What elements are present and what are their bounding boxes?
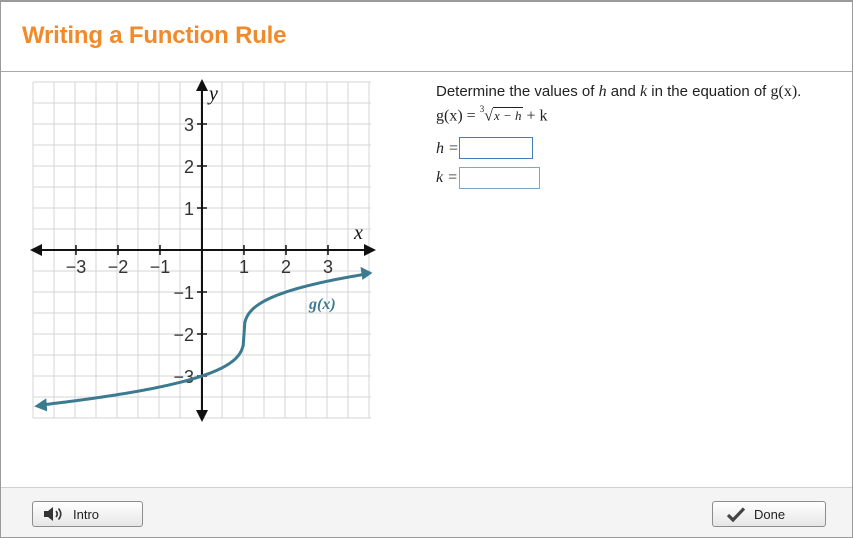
x-axis-label: x <box>353 222 363 244</box>
x-axis-arrow-right <box>364 244 376 256</box>
y-tick-label: 1 <box>184 199 194 219</box>
prompt-mid: and <box>606 83 640 100</box>
graph-axes <box>30 79 376 422</box>
y-tick-label: −2 <box>173 325 194 345</box>
speaker-icon <box>43 506 65 522</box>
k-answer-input[interactable] <box>459 167 540 189</box>
question-prompt: Determine the values of h and k in the e… <box>436 83 801 101</box>
y-tick-label: −1 <box>173 283 194 303</box>
curve-arrow-right <box>360 266 373 280</box>
y-axis-label: y <box>207 83 218 105</box>
func-name: g(x) <box>770 83 798 100</box>
x-axis-arrow-left <box>30 244 42 256</box>
page-title: Writing a Function Rule <box>22 22 287 49</box>
h-answer-input[interactable] <box>459 137 533 159</box>
intro-label: Intro <box>73 506 100 522</box>
done-button[interactable]: Done <box>712 501 826 527</box>
y-tick-label: 2 <box>184 157 194 177</box>
k-label: k = <box>436 169 458 186</box>
checkmark-icon <box>727 506 745 522</box>
h-answer-row: h = <box>436 140 459 158</box>
x-tick-label: −2 <box>108 257 129 277</box>
intro-button[interactable]: Intro <box>32 501 143 527</box>
y-tick-label: 3 <box>184 115 194 135</box>
var-h: h <box>598 83 607 100</box>
done-label: Done <box>754 506 786 522</box>
x-tick-label: 2 <box>281 257 291 277</box>
equation: g(x) = 3√x − h + k <box>436 104 548 125</box>
equation-lhs: g(x) = <box>436 107 480 125</box>
x-tick-label: 1 <box>239 257 249 277</box>
prompt-prefix: Determine the values of <box>436 83 599 100</box>
radical-sign: √ <box>484 107 493 125</box>
root-index: 3 <box>479 104 485 114</box>
curve-arrow-left <box>34 398 48 412</box>
y-axis-arrow-down <box>196 410 208 422</box>
y-axis-arrow-up <box>196 79 208 91</box>
function-graph: −3 −2 −1 1 2 3321−1−2−3 x y g(x) <box>30 79 376 422</box>
prompt-mid2: in the equation of <box>647 83 771 100</box>
x-tick-label: −1 <box>150 257 171 277</box>
radicand: x − h <box>492 107 523 124</box>
x-tick-label: 3 <box>323 257 333 277</box>
var-k: k <box>639 83 648 100</box>
equation-tail: + k <box>522 107 548 125</box>
prompt-end: . <box>797 83 802 100</box>
header: Writing a Function Rule <box>1 2 852 72</box>
x-tick-label: −3 <box>66 257 87 277</box>
h-label: h = <box>436 140 459 157</box>
curve-label: g(x) <box>308 296 336 313</box>
footer-bar: Intro Done <box>1 487 852 537</box>
k-answer-row: k = <box>436 169 458 187</box>
